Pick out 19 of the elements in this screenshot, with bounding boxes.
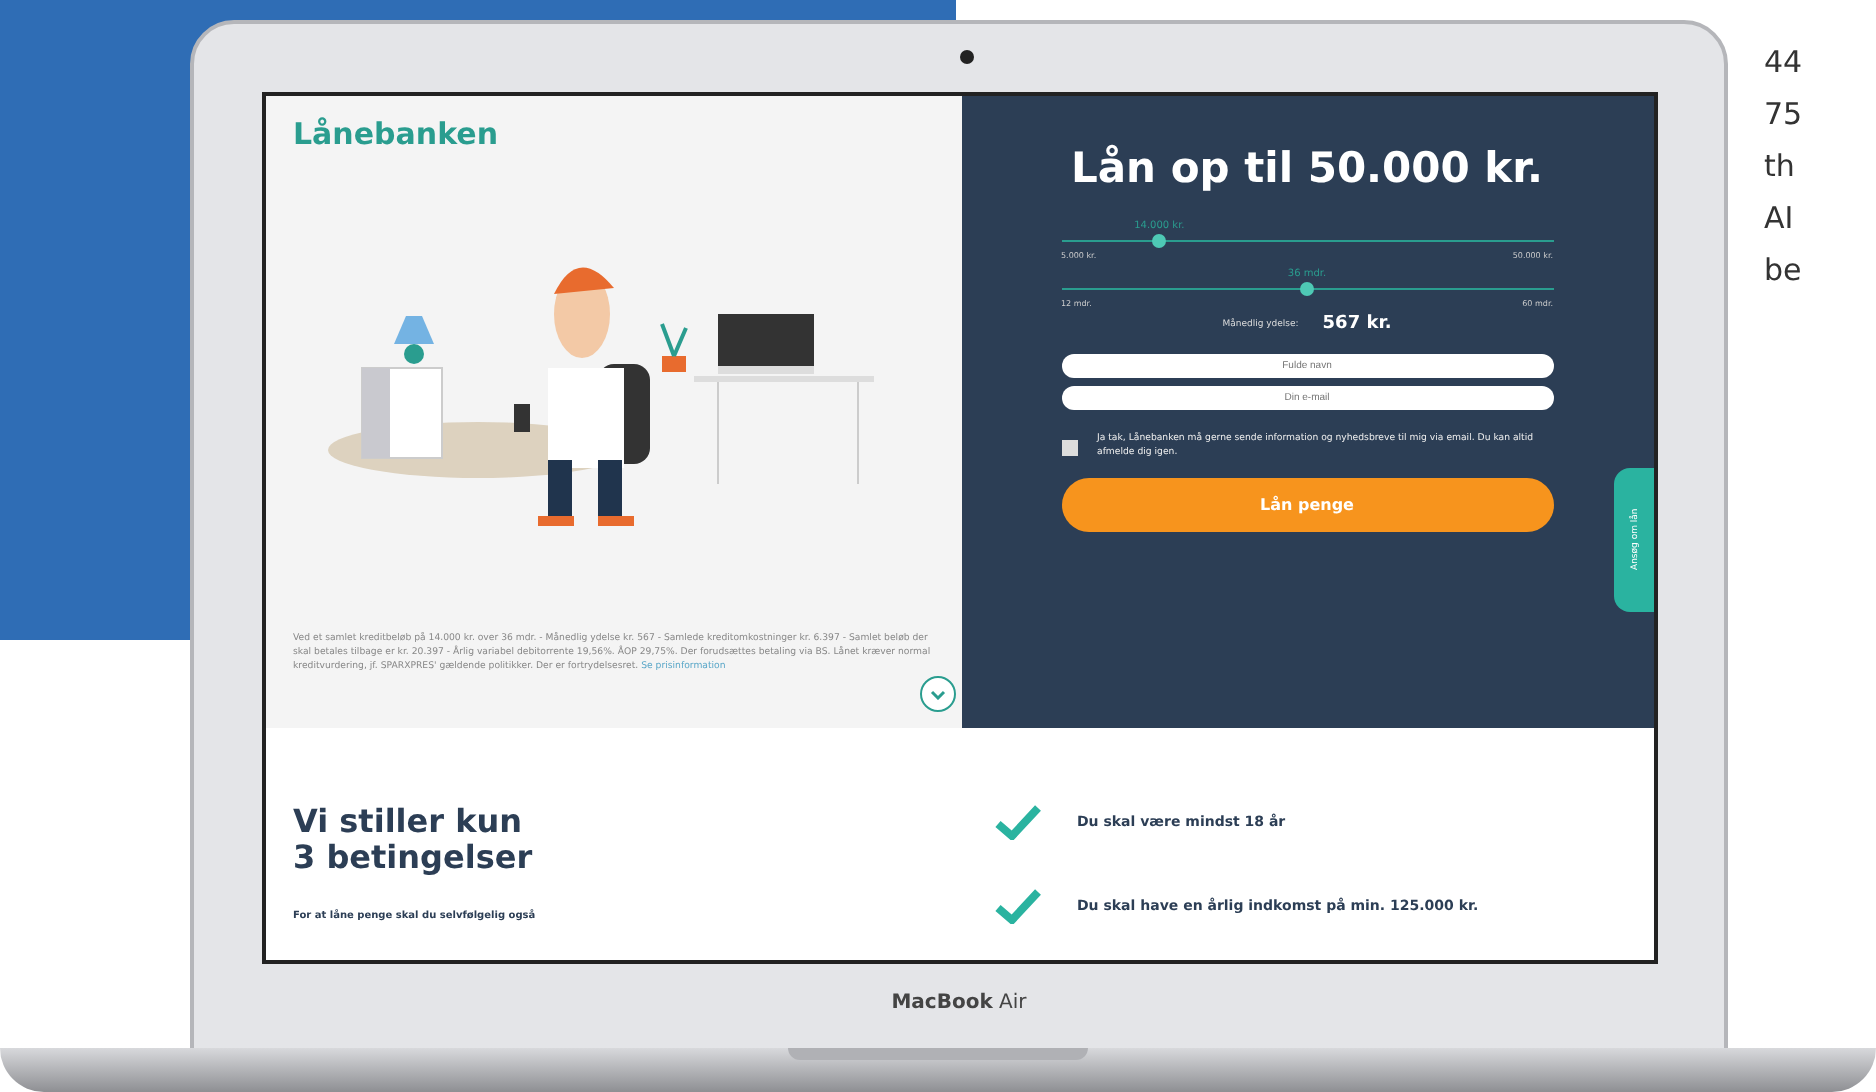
- monthly-payment-value: 567 kr.: [1322, 314, 1392, 334]
- slider-thumb[interactable]: [1152, 234, 1167, 248]
- scroll-down-button[interactable]: [919, 676, 955, 712]
- side-text: 44: [1764, 44, 1803, 80]
- hero-title: Lån op til 50.000 kr.: [1069, 144, 1545, 192]
- submit-button[interactable]: Lån penge: [1061, 477, 1553, 532]
- checkmark-icon: [993, 888, 1041, 924]
- device-label: MacBook Air: [891, 992, 1027, 1014]
- brand-logo[interactable]: Lånebanken: [293, 116, 933, 152]
- chevron-down-icon: [929, 689, 945, 699]
- checkmark-icon: [993, 804, 1041, 840]
- side-text: th: [1764, 148, 1797, 184]
- checkbox[interactable]: [1061, 439, 1077, 456]
- side-text: AI: [1764, 200, 1796, 236]
- slider-thumb[interactable]: [1300, 282, 1314, 296]
- camera-icon: [959, 50, 973, 64]
- side-text: 75: [1764, 96, 1803, 132]
- side-text: be: [1764, 252, 1803, 288]
- section-heading: Vi stiller kun 3 betingelser: [293, 804, 535, 875]
